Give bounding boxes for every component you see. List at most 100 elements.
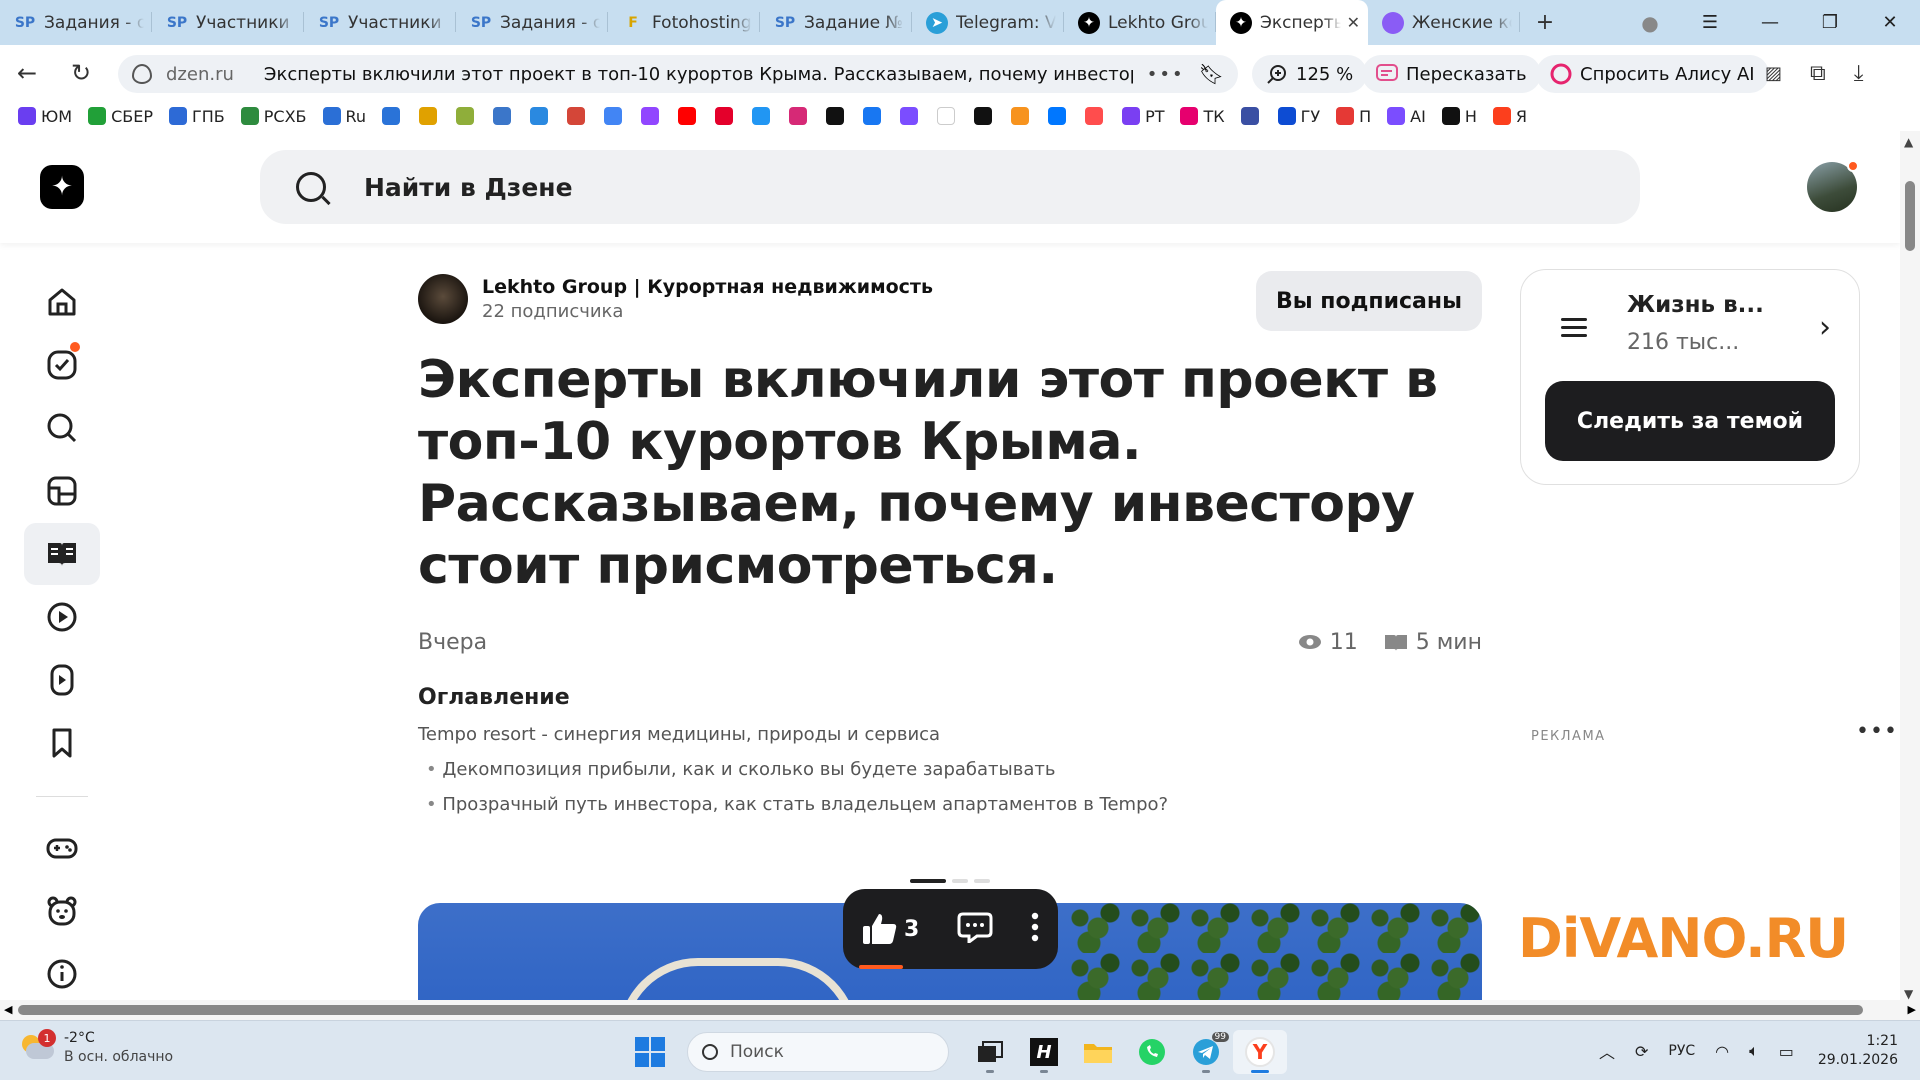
toc-item[interactable]: Tempo resort - синергия медицины, природ…: [418, 724, 1482, 745]
rail-articles[interactable]: [24, 523, 100, 585]
bookmark-item[interactable]: СБЕР: [88, 107, 153, 126]
scroll-down-arrow[interactable]: ▼: [1904, 987, 1913, 1001]
bookmark-item[interactable]: Я: [1492, 107, 1527, 126]
restore-button[interactable]: ❐: [1800, 12, 1860, 33]
yandex-browser-icon[interactable]: Y: [1233, 1030, 1287, 1074]
bookmark-item[interactable]: [1240, 107, 1264, 125]
subscribed-button[interactable]: Вы подписаны: [1256, 271, 1482, 331]
toc-item[interactable]: Прозрачный путь инвестора, как стать вла…: [418, 794, 1482, 815]
bookmark-item[interactable]: РСХБ: [240, 107, 307, 126]
tab-1[interactable]: SP Участники - г: [152, 0, 304, 45]
ad-more-icon[interactable]: •••: [1856, 719, 1898, 744]
rail-clips[interactable]: [24, 649, 100, 711]
dzen-search-input[interactable]: Найти в Дзене: [260, 150, 1640, 224]
rail-subscriptions[interactable]: [24, 334, 100, 396]
task-view-icon[interactable]: [963, 1030, 1017, 1074]
tab-8[interactable]: ✦ Эксперты ✕: [1216, 0, 1368, 45]
ad-banner[interactable]: DiVANO.RU: [1518, 907, 1849, 970]
volume-icon[interactable]: 🔈︎: [1749, 1041, 1759, 1061]
bookmark-item[interactable]: [974, 107, 997, 125]
new-tab-button[interactable]: +: [1530, 8, 1560, 38]
bookmark-item[interactable]: [641, 107, 664, 125]
clock[interactable]: 1:21 29.01.2026: [1818, 1032, 1898, 1070]
tab-2[interactable]: SP Участники - г: [304, 0, 456, 45]
address-bar[interactable]: dzen.ru Эксперты включили этот проект в …: [118, 55, 1238, 93]
image-icon[interactable]: ▨: [1765, 63, 1782, 84]
menu-icon[interactable]: ☰: [1680, 12, 1740, 33]
language-indicator[interactable]: РУС: [1668, 1043, 1695, 1059]
tab-3[interactable]: SP Задания - об: [456, 0, 608, 45]
rail-bookmarks[interactable]: [24, 712, 100, 774]
tab-7[interactable]: ✦ Lekhto Group: [1064, 0, 1216, 45]
ask-alice-button[interactable]: Спросить Алису AI: [1536, 55, 1769, 93]
topic-name[interactable]: Жизнь в...: [1627, 292, 1764, 318]
close-tab-icon[interactable]: ✕: [1347, 13, 1360, 32]
downloads-icon[interactable]: ⤓: [1854, 61, 1864, 86]
vertical-scrollbar[interactable]: ▲ ▼: [1900, 131, 1920, 1005]
rail-studio[interactable]: [24, 460, 100, 522]
extensions-icon[interactable]: ⧉: [1810, 61, 1826, 86]
bookmark-item[interactable]: [715, 107, 738, 125]
bookmark-item[interactable]: [382, 107, 405, 125]
back-button[interactable]: ←: [0, 59, 54, 87]
bookmark-icon[interactable]: 🔖︎: [1199, 62, 1224, 86]
weather-widget[interactable]: 1 -2°C В осн. облачно: [20, 1029, 173, 1067]
retell-button[interactable]: Пересказать: [1362, 55, 1541, 93]
profile-icon[interactable]: ●: [1620, 11, 1680, 35]
taskbar-search[interactable]: Поиск: [687, 1032, 949, 1072]
bookmark-item[interactable]: [826, 107, 849, 125]
comments-button[interactable]: [957, 911, 993, 947]
reload-button[interactable]: ↻: [54, 59, 108, 87]
bookmark-item[interactable]: [567, 107, 590, 125]
bookmark-item[interactable]: [604, 107, 627, 125]
sync-icon[interactable]: ⟳: [1635, 1042, 1648, 1061]
bookmark-item[interactable]: [863, 107, 886, 125]
bookmark-item[interactable]: AI: [1387, 107, 1426, 126]
horizontal-scroll-thumb[interactable]: [18, 1005, 1863, 1015]
tab-4[interactable]: F Fotohosting.f: [608, 0, 760, 45]
scroll-left-arrow[interactable]: ◀: [4, 1003, 12, 1016]
bookmark-item[interactable]: Н: [1441, 107, 1477, 126]
minimize-button[interactable]: —: [1740, 12, 1800, 33]
rail-info[interactable]: [24, 943, 100, 1005]
bookmark-item[interactable]: [752, 107, 775, 125]
bookmark-item[interactable]: РТ: [1122, 107, 1164, 126]
bookmark-item[interactable]: [419, 107, 442, 125]
tab-6[interactable]: ➤ Telegram: Vie: [912, 0, 1064, 45]
windows-start-icon[interactable]: [635, 1037, 665, 1067]
bookmark-item[interactable]: [1011, 107, 1034, 125]
bookmark-item[interactable]: [900, 107, 923, 125]
bookmark-item[interactable]: [1048, 107, 1071, 125]
scroll-right-arrow[interactable]: ▶: [1908, 1003, 1916, 1016]
bookmark-item[interactable]: [493, 107, 516, 125]
chevron-up-icon[interactable]: ︿: [1599, 1039, 1615, 1063]
bookmark-item[interactable]: [530, 107, 553, 125]
bookmark-item[interactable]: Ru: [322, 107, 366, 126]
bookmark-item[interactable]: [1085, 107, 1108, 125]
zoom-button[interactable]: 125 %: [1252, 55, 1368, 93]
bookmark-item[interactable]: ТК: [1180, 107, 1225, 126]
more-actions-button[interactable]: [1031, 912, 1039, 946]
bookmark-item[interactable]: [789, 107, 812, 125]
rail-games[interactable]: [24, 817, 100, 879]
dzen-logo[interactable]: ✦: [40, 165, 84, 209]
author-avatar[interactable]: [418, 274, 468, 324]
horizontal-scrollbar[interactable]: ◀ ▶: [0, 1000, 1920, 1020]
bookmark-item[interactable]: [678, 107, 701, 125]
toc-item[interactable]: Декомпозиция прибыли, как и сколько вы б…: [418, 759, 1482, 780]
rail-home[interactable]: [24, 271, 100, 333]
vertical-scroll-thumb[interactable]: [1905, 181, 1915, 251]
close-window-button[interactable]: ✕: [1860, 12, 1920, 33]
rail-video[interactable]: [24, 586, 100, 648]
telegram-icon[interactable]: 99: [1179, 1030, 1233, 1074]
tab-0[interactable]: SP Задания - об: [0, 0, 152, 45]
bookmark-item[interactable]: ГУ: [1277, 107, 1320, 126]
tab-5[interactable]: SP Задание №2(: [760, 0, 912, 45]
wifi-icon[interactable]: ◠: [1715, 1042, 1729, 1061]
app-h-icon[interactable]: H: [1017, 1030, 1071, 1074]
bookmark-item[interactable]: ЮМ: [18, 107, 72, 126]
bookmark-item[interactable]: [937, 107, 960, 125]
more-dots-icon[interactable]: •••: [1147, 64, 1185, 85]
bookmark-item[interactable]: ГПБ: [168, 107, 225, 126]
bookmark-item[interactable]: П: [1336, 107, 1371, 126]
